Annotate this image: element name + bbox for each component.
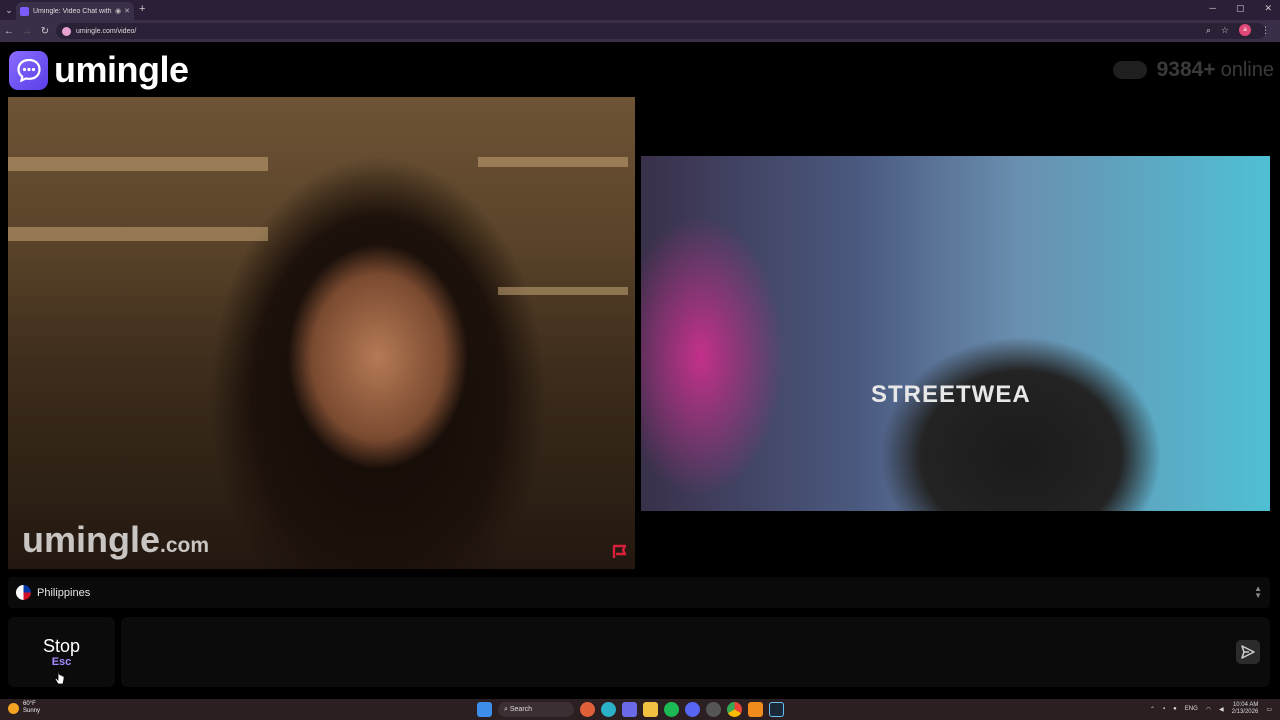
watermark-text: umingle [22,519,161,560]
country-name: Philippines [37,586,91,599]
minimize-icon[interactable]: ─ [1210,3,1216,14]
clock-time: 10:04 AM [1232,702,1259,708]
tab-title: Umingle: Video Chat with S [33,7,113,15]
logo-text: umingle [54,49,189,90]
wifi-icon[interactable]: ◠ [1206,706,1211,713]
profile-avatar[interactable]: a [1239,24,1251,36]
weather-temp: 60°F [23,701,36,707]
browser-app-icon[interactable] [580,702,595,717]
microphone-icon[interactable]: ● [1173,706,1177,712]
record-icon: ◉ [115,8,122,15]
taskbar-search-label: Search [509,706,533,713]
browser-tab[interactable]: Umingle: Video Chat with S ◉ ✕ [16,2,134,20]
self-video: STREETWEA [641,156,1270,511]
send-icon [1241,645,1255,659]
forward-icon[interactable]: → [18,26,36,37]
chevron-up-icon[interactable]: ⌃ [1150,706,1155,713]
chrome-icon[interactable] [727,702,742,717]
os-taskbar: 60°F Sunny ⌕ Search ⌃ ▪ ● ENG ◠ ◀ 10:04 … [0,699,1280,720]
weather-widget[interactable]: 60°F Sunny [8,701,40,715]
philippines-flag-icon [16,585,31,600]
country-filter[interactable]: Philippines ▲ ▼ [8,577,1270,608]
online-label: online [1220,58,1274,81]
browser-tab-bar: ⌄ Umingle: Video Chat with S ◉ ✕ + ─ ▢ ✕ [0,0,1280,20]
online-counter: 9384+ online [1112,58,1274,82]
chat-input[interactable] [121,617,1270,687]
chat-bubble-icon [9,50,48,90]
language-indicator[interactable]: ENG [1185,706,1198,712]
chevron-up-down-icon[interactable]: ▲ ▼ [1254,585,1262,600]
windows-start-icon[interactable] [477,702,492,717]
weather-desc: Sunny [23,708,41,714]
hoodie-text: STREETWEA [871,381,1031,408]
site-info-icon[interactable] [62,26,71,36]
vlc-icon[interactable] [748,702,763,717]
reload-icon[interactable]: ↻ [36,26,54,37]
stop-label: Stop [42,636,81,656]
shelf [8,227,268,241]
video-watermark: umingle.com [22,519,209,561]
clock[interactable]: 10:04 AM 2/13/2026 [1232,702,1259,716]
online-toggle[interactable] [1112,61,1147,79]
stranger-video: umingle.com [8,97,635,569]
weather-text: 60°F Sunny [23,701,40,715]
address-bar-actions: ⌕ ☆ a ⋮ [1206,24,1270,36]
window-controls: ─ ▢ ✕ [1210,3,1272,14]
shelf [478,157,628,167]
shelf [8,157,268,171]
send-button[interactable] [1236,640,1260,664]
steam-icon[interactable] [769,702,784,717]
notification-icon[interactable]: ▭ [1266,706,1272,713]
bookmark-star-icon[interactable]: ☆ [1221,25,1229,36]
system-tray: ⌃ ▪ ● ENG ◠ ◀ 10:04 AM 2/13/2026 ▭ [1150,702,1272,716]
umingle-favicon-icon [20,6,29,16]
site-logo[interactable]: umingle [9,49,189,91]
taskbar-search[interactable]: ⌕ Search [498,702,574,717]
taskbar-apps: ⌕ Search [477,702,784,717]
back-icon[interactable]: ← [0,26,18,37]
app-icon[interactable] [622,702,637,717]
volume-icon[interactable]: ◀ [1219,706,1224,713]
shelf [498,287,628,295]
folder-icon[interactable] [643,702,658,717]
watermark-suffix: .com [160,534,210,557]
address-bar[interactable]: umingle.com/video/ [56,23,1266,39]
mouse-cursor-icon [54,670,66,686]
clock-date: 2/13/2026 [1231,709,1259,715]
zoom-icon[interactable]: ⌕ [1206,25,1211,36]
spotify-icon[interactable] [664,702,679,717]
report-flag-icon[interactable] [611,543,629,561]
tab-close-icon[interactable]: ✕ [124,7,130,15]
sun-icon [8,702,19,714]
network-icon[interactable]: ▪ [1163,706,1165,712]
browser-toolbar: ← → ↻ umingle.com/video/ ⌕ ☆ a ⋮ [0,20,1280,42]
new-tab-button[interactable]: + [139,3,145,15]
stop-shortcut: Esc [51,656,72,668]
discord-icon[interactable] [685,702,700,717]
online-count: 9384+ [1156,58,1216,81]
edge-icon[interactable] [601,702,616,717]
browser-menu-icon[interactable]: ⋮ [1261,25,1270,36]
url-text: umingle.com/video/ [76,27,137,35]
settings-gear-icon[interactable] [706,702,721,717]
restore-icon[interactable]: ▢ [1236,3,1245,14]
window-close-icon[interactable]: ✕ [1264,3,1272,14]
